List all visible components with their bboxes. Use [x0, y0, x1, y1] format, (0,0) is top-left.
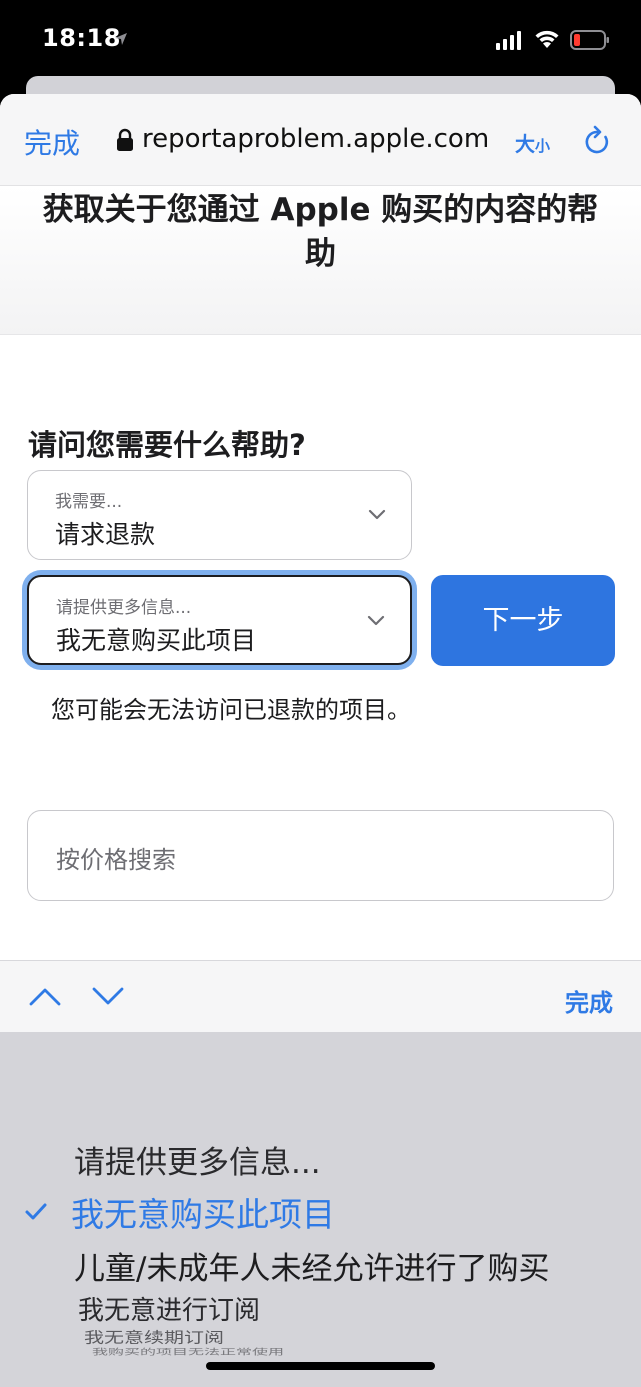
checkmark-icon: [25, 1203, 47, 1220]
url-address[interactable]: reportaproblem.apple.com: [142, 124, 492, 154]
chevron-down-icon[interactable]: [91, 985, 125, 1007]
option-picker-wheel[interactable]: 请提供更多信息... 我无意购买此项目 儿童/未成年人未经允许进行了购买 我无意…: [0, 1032, 641, 1387]
request-type-label: 我需要...: [55, 492, 123, 512]
text-size-big: 大: [515, 132, 535, 156]
battery-icon: [570, 30, 609, 50]
keyboard-accessory-bar: 完成: [0, 960, 641, 1032]
request-type-value: 请求退款: [55, 520, 156, 549]
more-info-select[interactable]: 请提供更多信息... 我无意购买此项目: [27, 575, 412, 665]
picker-option[interactable]: 儿童/未成年人未经允许进行了购买: [74, 1243, 549, 1288]
picker-option[interactable]: 我购买的项目无法正常使用: [92, 1345, 284, 1357]
chevron-down-icon: [367, 615, 385, 626]
location-arrow-icon: [115, 33, 127, 45]
more-info-label: 请提供更多信息...: [56, 598, 192, 618]
text-size-button[interactable]: 大小: [515, 128, 550, 157]
picker-option[interactable]: 我无意进行订阅: [78, 1290, 260, 1327]
reload-icon[interactable]: [583, 125, 611, 155]
search-placeholder: 按价格搜索: [56, 846, 176, 874]
help-question: 请问您需要什么帮助?: [28, 428, 306, 462]
home-indicator[interactable]: [206, 1362, 435, 1370]
request-type-select[interactable]: 我需要... 请求退款: [27, 470, 412, 560]
picker-option[interactable]: 请提供更多信息...: [74, 1137, 321, 1182]
browser-done-button[interactable]: 完成: [24, 122, 80, 162]
lock-icon: [117, 128, 133, 151]
accessory-done-button[interactable]: 完成: [565, 983, 613, 1018]
price-search-input[interactable]: 按价格搜索: [27, 810, 614, 901]
cellular-signal-icon: [496, 31, 521, 50]
wifi-icon: [535, 30, 559, 48]
page-header: 获取关于您通过 Apple 购买的内容的帮助: [0, 186, 641, 335]
next-button[interactable]: 下一步: [431, 575, 615, 666]
page-title: 获取关于您通过 Apple 购买的内容的帮助: [42, 192, 599, 272]
status-time: 18:18: [42, 24, 121, 52]
chevron-down-icon: [368, 509, 386, 520]
more-info-value: 我无意购买此项目: [56, 626, 257, 655]
picker-option[interactable]: 我无意续期订阅: [84, 1325, 224, 1347]
picker-option-selected[interactable]: 我无意购买此项目: [71, 1188, 335, 1236]
status-bar: 18:18: [0, 0, 641, 80]
text-size-small: 小: [535, 137, 551, 155]
browser-toolbar: 完成 reportaproblem.apple.com 大小: [0, 94, 641, 186]
chevron-up-icon[interactable]: [28, 985, 62, 1007]
refund-notice: 您可能会无法访问已退款的项目。: [51, 696, 411, 724]
